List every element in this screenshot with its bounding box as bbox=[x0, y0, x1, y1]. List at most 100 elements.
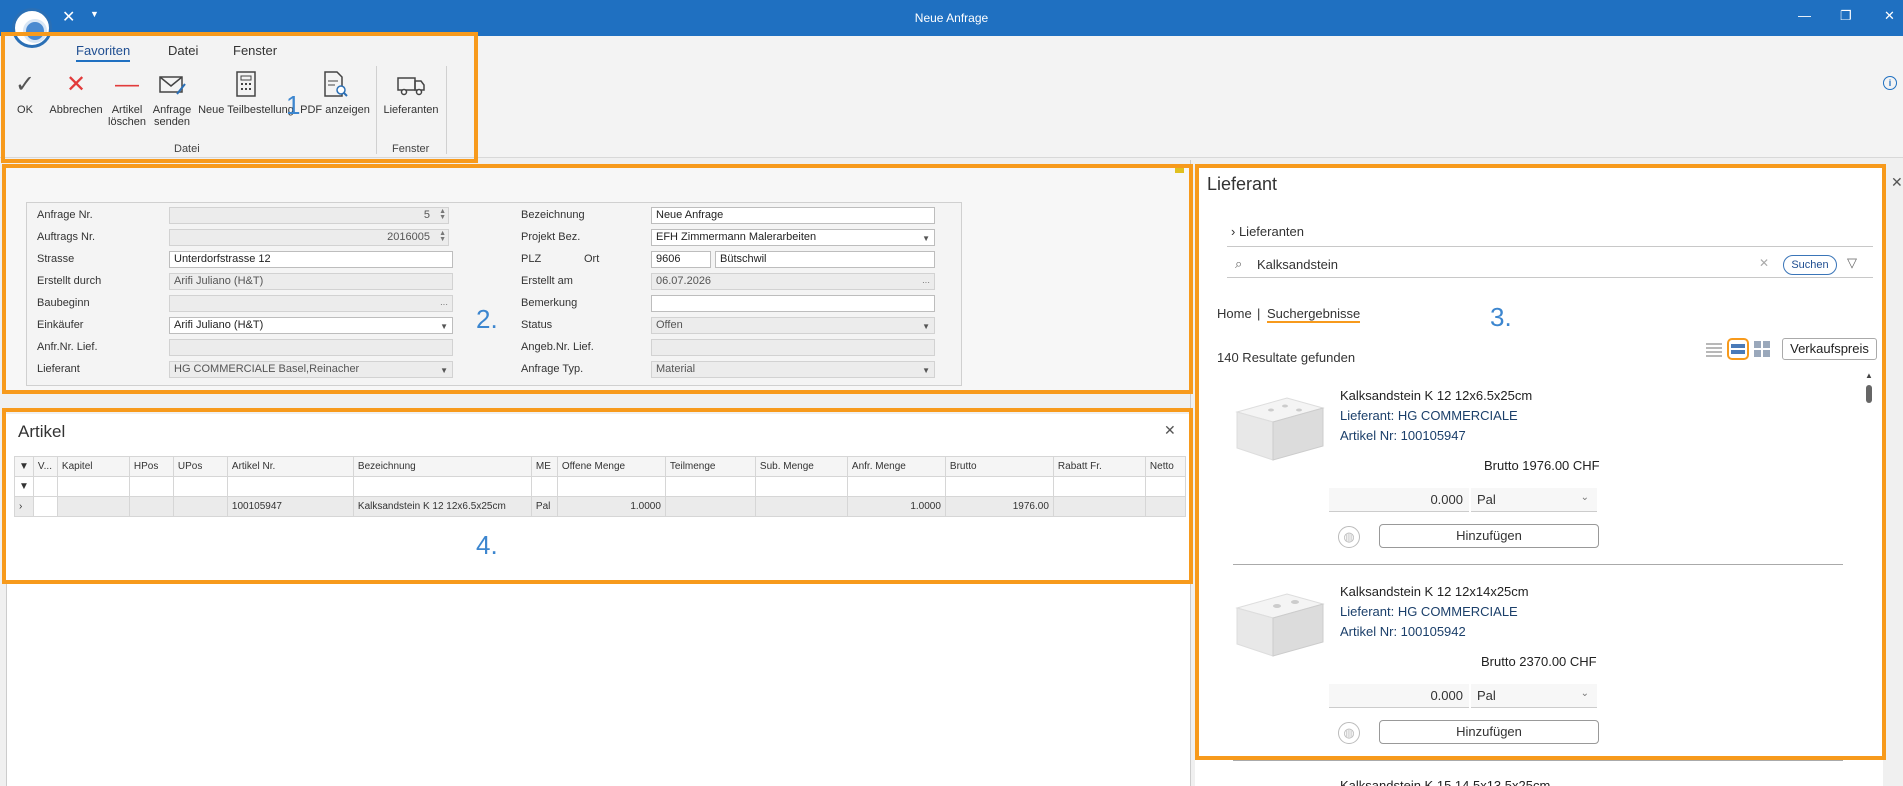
filter-icon[interactable]: ▼ bbox=[14, 476, 34, 497]
cell[interactable] bbox=[56, 496, 130, 517]
status-select[interactable]: Offen ▼ bbox=[651, 317, 935, 334]
product-name[interactable]: Kalksandstein K 12 12x14x25cm bbox=[1340, 584, 1529, 599]
unit-select[interactable]: Pal ⌄ bbox=[1471, 684, 1597, 708]
col-header[interactable]: Rabatt Fr. bbox=[1052, 456, 1146, 477]
col-header[interactable]: ME bbox=[530, 456, 558, 477]
spin-icon[interactable]: ▲ ▼ bbox=[439, 230, 446, 243]
anfrage-nr-field[interactable]: 5 ▲ ▼ bbox=[169, 207, 449, 224]
table-row[interactable]: › 100105947 Kalksandstein K 12 12x6.5x25… bbox=[14, 496, 1186, 517]
plz-field[interactable]: 9606 bbox=[651, 251, 711, 268]
bezeichnung-field[interactable]: Neue Anfrage bbox=[651, 207, 935, 224]
filter-cell[interactable] bbox=[56, 476, 130, 497]
filter-cell[interactable] bbox=[226, 476, 354, 497]
cell-anfr-menge[interactable]: 1.0000 bbox=[846, 496, 946, 517]
cell[interactable] bbox=[754, 496, 848, 517]
card-view-icon[interactable] bbox=[1727, 338, 1749, 360]
new-partorder-button[interactable]: Neue Teilbestellung bbox=[198, 70, 294, 116]
cell[interactable] bbox=[1052, 496, 1146, 517]
ort-field[interactable]: Bütschwil bbox=[715, 251, 935, 268]
search-input[interactable]: ⌕ Kalksandstein ✕ bbox=[1227, 252, 1873, 278]
auftrags-nr-field[interactable]: 2016005 ▲ ▼ bbox=[169, 229, 449, 246]
col-header[interactable]: HPos bbox=[128, 456, 174, 477]
col-header[interactable]: Teilmenge bbox=[664, 456, 756, 477]
cell[interactable] bbox=[664, 496, 756, 517]
nav-results[interactable]: Suchergebnisse bbox=[1267, 306, 1361, 323]
filter-cell[interactable] bbox=[846, 476, 946, 497]
nav-home[interactable]: Home bbox=[1217, 306, 1252, 321]
globe-icon[interactable]: ◍ bbox=[1338, 722, 1360, 744]
col-header[interactable]: Kapitel bbox=[56, 456, 130, 477]
product-image[interactable] bbox=[1233, 586, 1325, 658]
unit-select[interactable]: Pal ⌄ bbox=[1471, 488, 1597, 512]
app-logo[interactable] bbox=[12, 8, 52, 48]
scroll-thumb[interactable] bbox=[1866, 385, 1872, 403]
cell-artikel-nr[interactable]: 100105947 bbox=[226, 496, 354, 517]
filter-cell[interactable] bbox=[664, 476, 756, 497]
suppliers-breadcrumb[interactable]: › Lieferanten bbox=[1231, 224, 1304, 239]
suppliers-button[interactable]: Lieferanten bbox=[382, 70, 440, 116]
filter-cell[interactable] bbox=[1052, 476, 1146, 497]
globe-icon[interactable]: ◍ bbox=[1338, 526, 1360, 548]
cell-brutto[interactable]: 1976.00 bbox=[944, 496, 1054, 517]
filter-cell[interactable] bbox=[530, 476, 558, 497]
col-header[interactable]: Offene Menge bbox=[556, 456, 666, 477]
bemerkung-field[interactable] bbox=[651, 295, 935, 312]
cell[interactable] bbox=[32, 496, 58, 517]
close-icon[interactable]: ✕ bbox=[1164, 422, 1176, 439]
search-button[interactable]: Suchen bbox=[1783, 255, 1837, 275]
cell[interactable] bbox=[128, 496, 174, 517]
filter-cell[interactable] bbox=[944, 476, 1054, 497]
row-indicator-icon[interactable]: › bbox=[14, 496, 34, 517]
chevron-down-icon[interactable]: ▼ bbox=[922, 232, 930, 245]
filter-cell[interactable] bbox=[172, 476, 228, 497]
minimize-icon[interactable]: — bbox=[1798, 8, 1811, 23]
tab-favoriten[interactable]: Favoriten bbox=[76, 43, 131, 62]
product-image[interactable] bbox=[1233, 390, 1325, 462]
spin-icon[interactable]: ▲ ▼ bbox=[439, 208, 446, 221]
col-header[interactable]: Anfr. Menge bbox=[846, 456, 946, 477]
send-request-button[interactable]: Anfrage senden bbox=[150, 70, 194, 128]
splitter[interactable] bbox=[1190, 160, 1191, 786]
cell-bezeichnung[interactable]: Kalksandstein K 12 12x6.5x25cm bbox=[352, 496, 532, 517]
col-header[interactable]: Sub. Menge bbox=[754, 456, 848, 477]
product-name[interactable]: Kalksandstein K 12 12x6.5x25cm bbox=[1340, 388, 1532, 403]
cell[interactable] bbox=[1144, 496, 1186, 517]
col-header[interactable]: V... bbox=[32, 456, 58, 477]
cell[interactable] bbox=[172, 496, 228, 517]
product-name[interactable]: Kalksandstein K 15 14.5x13.5x25cm bbox=[1340, 778, 1550, 786]
filter-cell[interactable] bbox=[32, 476, 58, 497]
list-view-icon[interactable] bbox=[1705, 341, 1723, 357]
add-button[interactable]: Hinzufügen bbox=[1379, 720, 1599, 744]
pdf-button[interactable]: PDF anzeigen bbox=[300, 70, 370, 116]
scroll-up-icon[interactable]: ▲ bbox=[1865, 371, 1873, 380]
col-header[interactable]: Bezeichnung bbox=[352, 456, 532, 477]
filter-icon[interactable]: ▼ bbox=[14, 456, 34, 477]
col-header[interactable]: Artikel Nr. bbox=[226, 456, 354, 477]
filter-cell[interactable] bbox=[128, 476, 174, 497]
tab-fenster[interactable]: Fenster bbox=[233, 43, 277, 58]
quantity-input[interactable]: 0.000 bbox=[1329, 684, 1469, 708]
chevron-down-icon[interactable]: ▼ bbox=[922, 364, 930, 377]
close-icon[interactable]: ✕ bbox=[1891, 174, 1903, 191]
filter-icon[interactable]: ▽ bbox=[1847, 255, 1857, 271]
erstellt-am-field[interactable]: 06.07.2026 ··· bbox=[651, 273, 935, 290]
scrollbar[interactable]: ▲ bbox=[1865, 371, 1873, 781]
tab-datei[interactable]: Datei bbox=[168, 43, 198, 58]
delete-article-button[interactable]: — Artikel löschen bbox=[106, 70, 148, 128]
cancel-button[interactable]: ✕ Abbrechen bbox=[48, 70, 104, 116]
col-header[interactable]: Brutto bbox=[944, 456, 1054, 477]
anfr-nr-lief-field[interactable] bbox=[169, 339, 453, 356]
strasse-field[interactable]: Unterdorfstrasse 12 bbox=[169, 251, 453, 268]
col-header[interactable]: Netto bbox=[1144, 456, 1186, 477]
add-button[interactable]: Hinzufügen bbox=[1379, 524, 1599, 548]
baubeginn-field[interactable]: ··· bbox=[169, 295, 453, 312]
filter-cell[interactable] bbox=[1144, 476, 1186, 497]
einkaeufer-select[interactable]: Arifi Juliano (H&T) ▼ bbox=[169, 317, 453, 334]
erstellt-durch-field[interactable]: Arifi Juliano (H&T) bbox=[169, 273, 453, 290]
filter-cell[interactable] bbox=[556, 476, 666, 497]
angeb-nr-lief-field[interactable] bbox=[651, 339, 935, 356]
chevron-down-icon[interactable]: ▼ bbox=[440, 364, 448, 377]
grid-view-icon[interactable] bbox=[1753, 341, 1771, 357]
sort-button[interactable]: Verkaufspreis bbox=[1782, 338, 1877, 360]
filter-cell[interactable] bbox=[352, 476, 532, 497]
